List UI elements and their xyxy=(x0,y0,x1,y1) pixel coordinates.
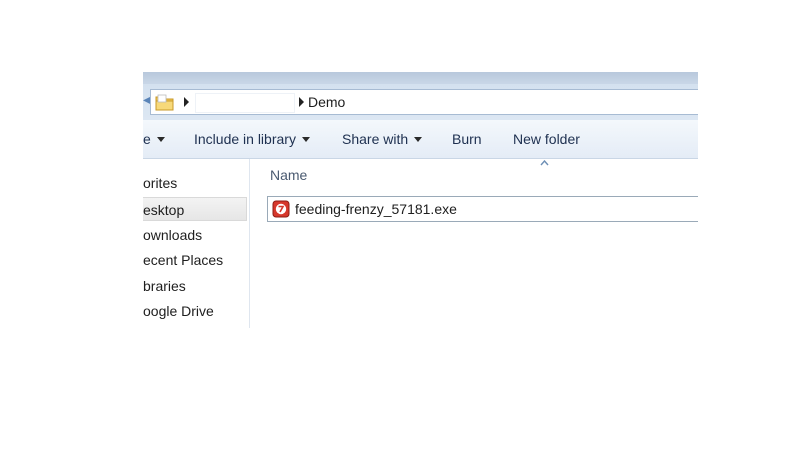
nav-item-desktop[interactable]: esktop xyxy=(143,197,247,221)
file-row[interactable]: feeding-frenzy_57181.exe xyxy=(267,196,698,222)
column-header-name[interactable]: Name xyxy=(270,166,307,184)
folder-icon xyxy=(155,94,174,111)
breadcrumb-demo[interactable]: Demo xyxy=(308,94,345,111)
dropdown-caret-icon xyxy=(156,137,165,142)
burn-button[interactable]: Burn xyxy=(452,131,482,147)
title-bar xyxy=(143,72,698,84)
nav-item-google-drive[interactable]: oogle Drive xyxy=(143,299,214,323)
nav-item-libraries[interactable]: braries xyxy=(143,274,186,298)
file-list-pane: Name feeding-frenzy_57181.exe xyxy=(250,159,698,328)
back-arrow-icon[interactable]: ◀ xyxy=(143,95,151,107)
include-in-library-label: Include in library xyxy=(194,131,296,147)
nav-item-recent-places[interactable]: ecent Places xyxy=(143,248,223,272)
dropdown-caret-icon xyxy=(301,137,310,142)
new-folder-button[interactable]: New folder xyxy=(513,131,580,147)
command-toolbar: e Include in library Share with Burn New… xyxy=(143,120,698,159)
exe-app-icon xyxy=(272,200,290,218)
dropdown-caret-icon xyxy=(414,137,423,142)
navigation-pane: orites esktop ownloads ecent Places brar… xyxy=(143,159,250,328)
share-with-button[interactable]: Share with xyxy=(342,131,423,147)
breadcrumb-redacted[interactable] xyxy=(195,93,295,113)
organize-label: e xyxy=(143,131,151,147)
include-in-library-button[interactable]: Include in library xyxy=(194,131,310,147)
sort-ascending-icon xyxy=(540,160,549,166)
address-row: ◀ Demo xyxy=(143,84,698,120)
breadcrumb-arrow-icon[interactable] xyxy=(184,97,189,107)
organize-button[interactable]: e xyxy=(143,131,165,147)
breadcrumb-arrow-icon[interactable] xyxy=(299,97,304,107)
nav-item-favorites[interactable]: orites xyxy=(143,171,177,195)
nav-item-downloads[interactable]: ownloads xyxy=(143,223,202,247)
address-bar[interactable]: Demo xyxy=(150,89,698,115)
file-name: feeding-frenzy_57181.exe xyxy=(295,201,457,217)
share-with-label: Share with xyxy=(342,131,409,147)
explorer-window: ◀ Demo e Include in library Share with B… xyxy=(143,72,698,328)
